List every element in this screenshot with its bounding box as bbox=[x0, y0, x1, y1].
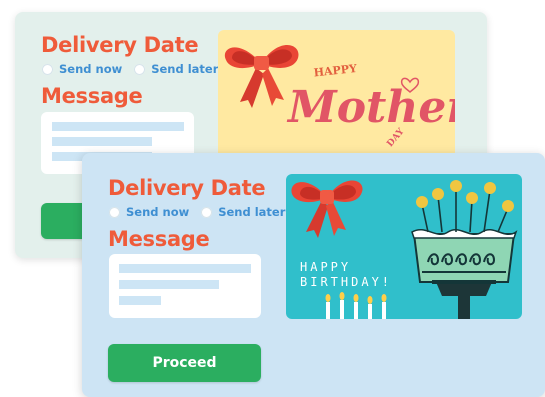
send-later-label: Send later bbox=[218, 205, 286, 219]
message-input[interactable] bbox=[109, 254, 261, 318]
back-delivery-options: Send now Send later bbox=[42, 62, 230, 76]
mothers-day-illustration: HAPPY Mothers DAY bbox=[224, 44, 455, 149]
send-now-option[interactable]: Send now bbox=[109, 205, 189, 219]
radio-button[interactable] bbox=[42, 63, 53, 75]
birthday-birthday-text: BIRTHDAY! bbox=[300, 275, 392, 289]
delivery-date-heading: Delivery Date bbox=[108, 176, 266, 200]
message-placeholder-line bbox=[52, 122, 184, 131]
message-placeholder-line bbox=[119, 264, 251, 273]
message-placeholder-line bbox=[52, 137, 152, 146]
radio-button[interactable] bbox=[109, 206, 120, 218]
mothers-day-gift-card[interactable]: HAPPY Mothers DAY bbox=[218, 30, 455, 158]
message-placeholder-line bbox=[119, 296, 161, 305]
back-send-now-option[interactable]: Send now bbox=[42, 62, 122, 76]
message-placeholder-line bbox=[119, 280, 219, 289]
mothers-happy-text: HAPPY bbox=[313, 62, 358, 79]
send-now-label: Send now bbox=[59, 62, 123, 76]
back-message-heading: Message bbox=[41, 84, 143, 108]
birthday-gift-card[interactable]: HAPPY BIRTHDAY! bbox=[286, 174, 522, 319]
back-send-later-option[interactable]: Send later bbox=[134, 62, 218, 76]
send-now-label: Send now bbox=[126, 205, 190, 219]
back-delivery-date-heading: Delivery Date bbox=[41, 33, 199, 57]
birthday-illustration: HAPPY BIRTHDAY! bbox=[291, 180, 518, 319]
mothers-main-text: Mothers bbox=[286, 82, 455, 133]
message-heading: Message bbox=[108, 227, 210, 251]
birthday-happy-text: HAPPY bbox=[300, 260, 351, 274]
delivery-options: Send now Send later bbox=[109, 205, 297, 219]
radio-button[interactable] bbox=[201, 206, 213, 218]
send-later-label: Send later bbox=[151, 62, 219, 76]
radio-button[interactable] bbox=[134, 63, 146, 75]
proceed-button[interactable]: Proceed bbox=[108, 344, 261, 382]
send-later-option[interactable]: Send later bbox=[201, 205, 285, 219]
